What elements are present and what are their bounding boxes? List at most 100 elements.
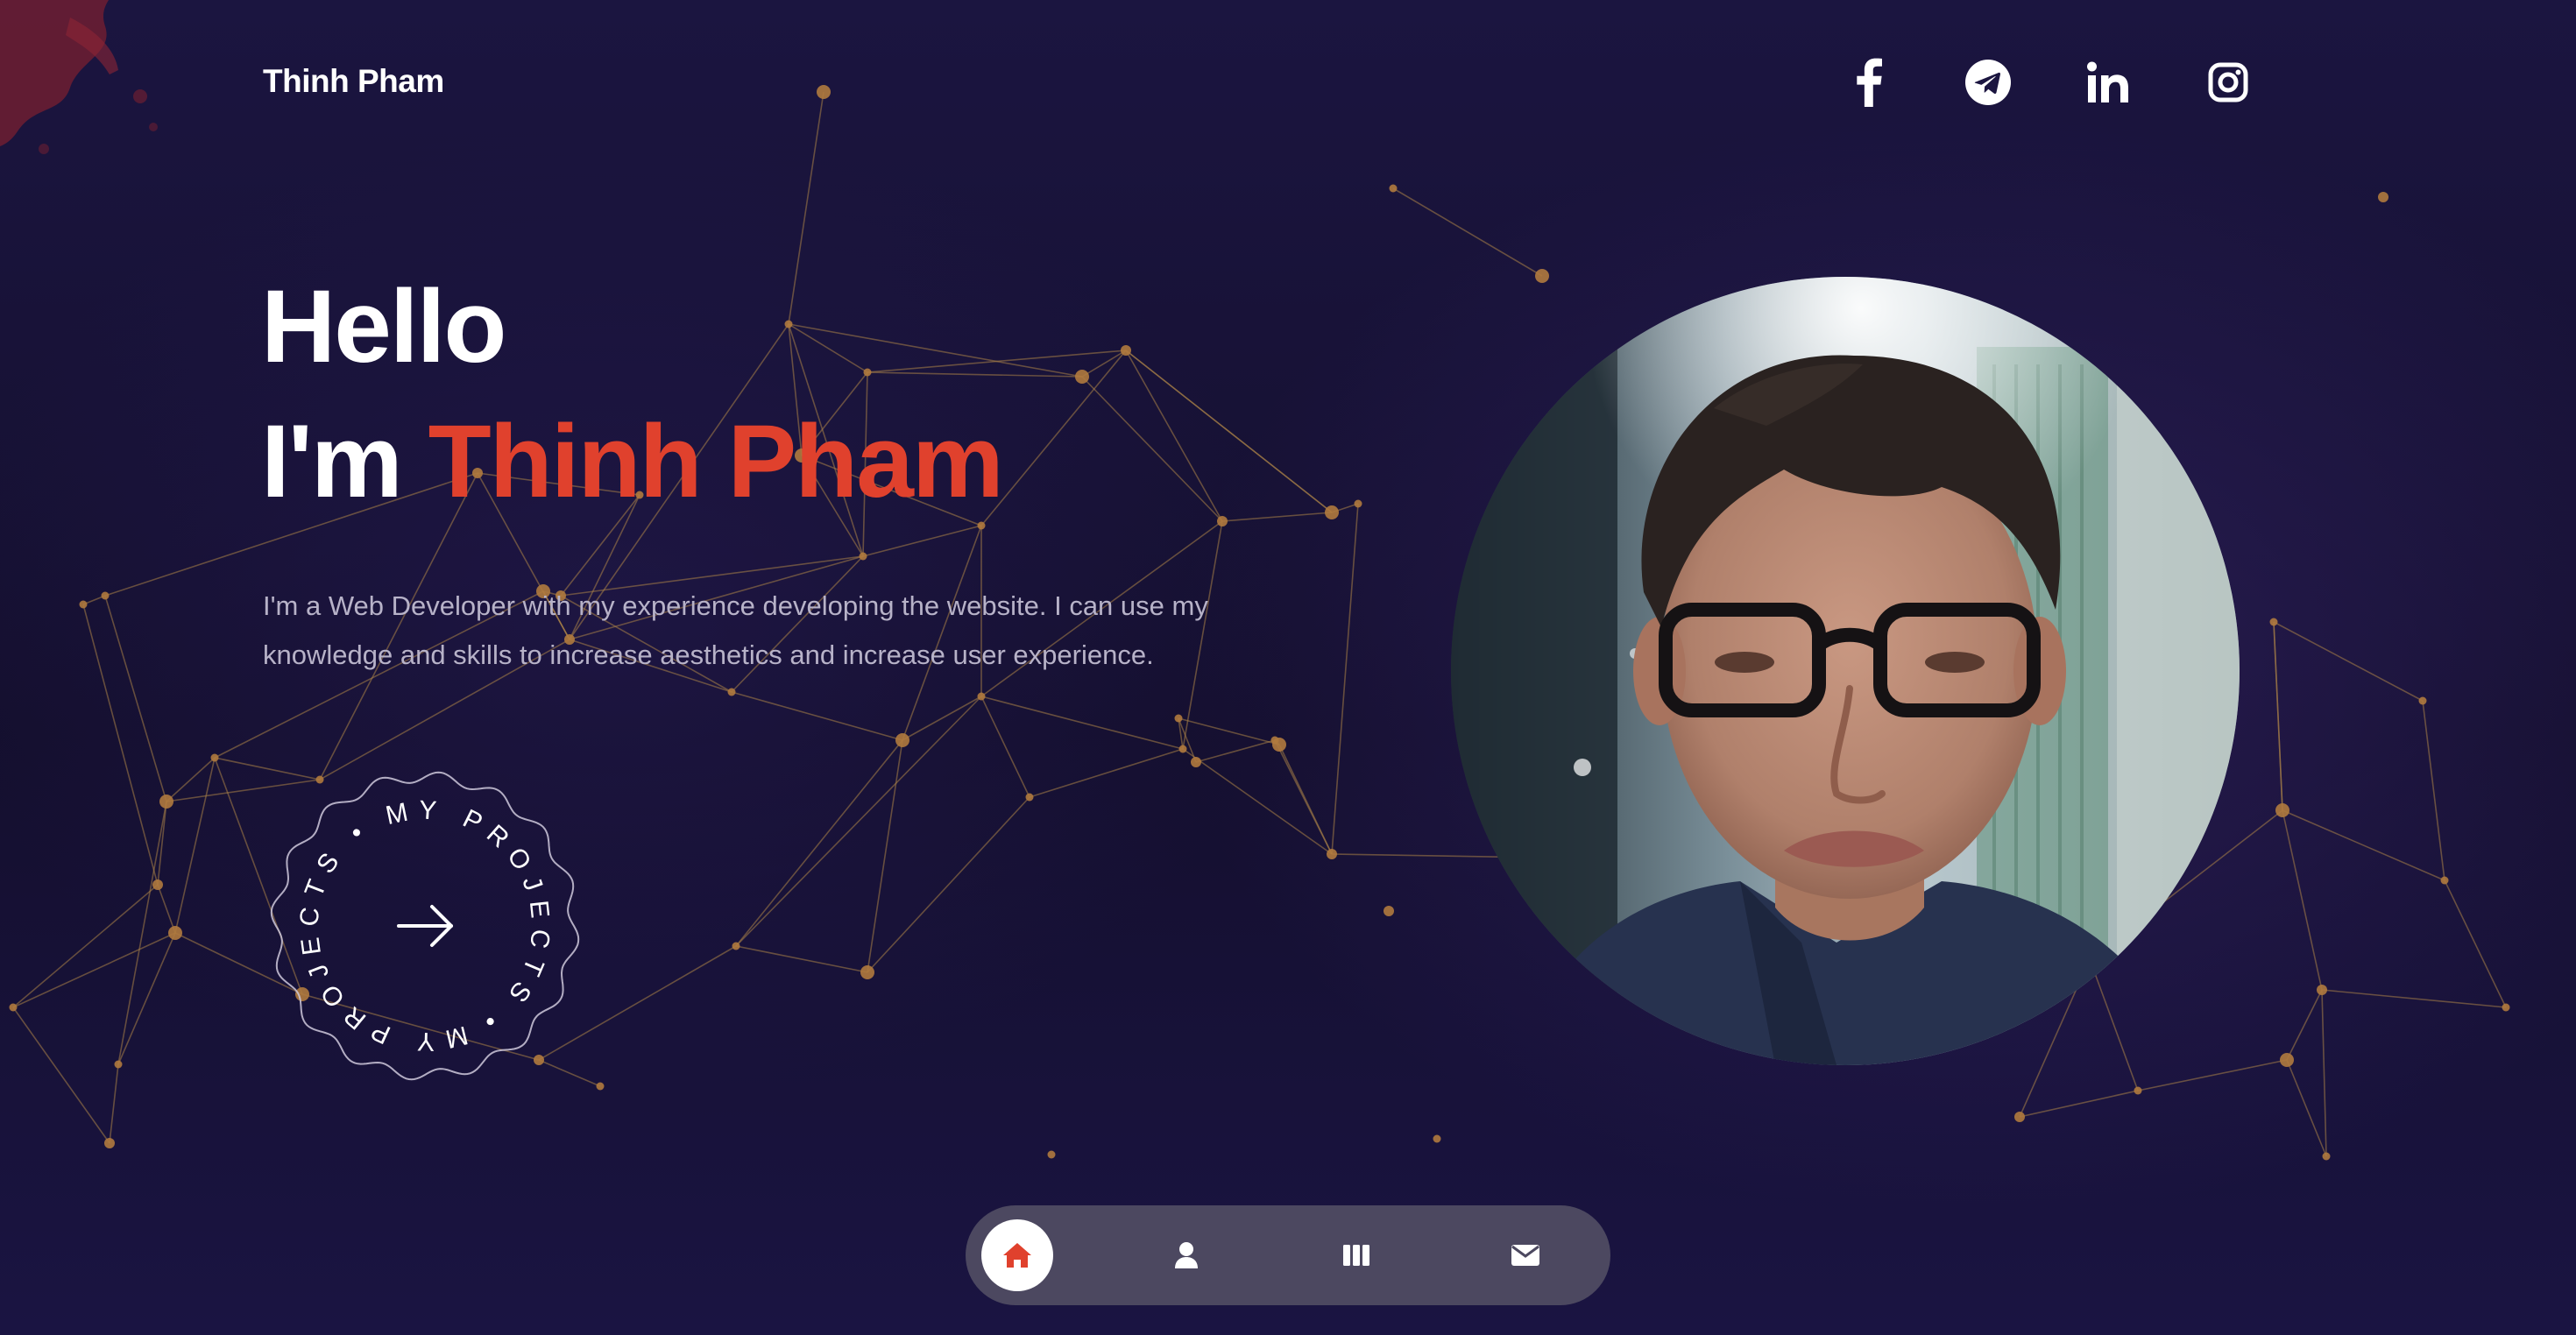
network-link bbox=[2321, 989, 2327, 1157]
hero-name: Thinh Pham bbox=[428, 404, 1004, 519]
network-node bbox=[732, 942, 740, 950]
profile-photo bbox=[1451, 277, 2240, 1065]
network-link bbox=[2137, 1059, 2288, 1091]
home-icon bbox=[1003, 1243, 1031, 1268]
network-link bbox=[2444, 879, 2507, 1008]
network-node bbox=[727, 688, 736, 696]
network-node bbox=[114, 1060, 123, 1069]
nav-home-button[interactable] bbox=[981, 1219, 1053, 1291]
network-link bbox=[2286, 989, 2323, 1061]
hero-heading: Hello I'm Thinh Pham bbox=[261, 259, 1004, 529]
network-link bbox=[12, 932, 176, 1008]
my-projects-badge[interactable]: MY PROJECTS • MY PROJECTS • bbox=[263, 764, 587, 1088]
network-node bbox=[1025, 793, 1034, 802]
network-link bbox=[157, 884, 176, 934]
network-link bbox=[1221, 512, 1333, 522]
nav-projects-button[interactable] bbox=[1320, 1219, 1392, 1291]
network-link bbox=[2273, 621, 2283, 811]
network-node bbox=[2322, 1152, 2331, 1161]
network-node bbox=[1327, 849, 1337, 859]
network-link bbox=[735, 696, 982, 947]
network-node bbox=[817, 85, 831, 99]
network-node bbox=[860, 965, 874, 979]
network-node bbox=[2378, 192, 2388, 202]
linkedin-icon bbox=[2087, 61, 2128, 102]
social-links bbox=[1840, 54, 2256, 110]
hero-section: Thinh Pham Hello I'm Thinh Pham I'm a We… bbox=[0, 0, 2576, 1335]
network-link bbox=[117, 932, 176, 1065]
network-node bbox=[101, 591, 110, 600]
network-node bbox=[1354, 499, 1362, 508]
network-link bbox=[731, 691, 903, 741]
network-link bbox=[2286, 1059, 2327, 1157]
hero-intro-prefix: I'm bbox=[261, 404, 428, 519]
network-node bbox=[1121, 345, 1131, 356]
facebook-link[interactable] bbox=[1840, 54, 1896, 110]
network-node bbox=[152, 879, 163, 890]
linkedin-link[interactable] bbox=[2080, 54, 2136, 110]
network-link bbox=[1029, 748, 1184, 798]
network-node bbox=[1191, 757, 1201, 767]
network-node bbox=[895, 733, 909, 747]
network-link bbox=[1392, 187, 1543, 277]
network-link bbox=[2019, 1090, 2139, 1118]
network-link bbox=[109, 1063, 119, 1144]
network-link bbox=[2089, 958, 2139, 1091]
network-node bbox=[168, 926, 182, 940]
network-node bbox=[2269, 618, 2278, 626]
telegram-icon bbox=[1965, 60, 2011, 105]
network-node bbox=[1178, 745, 1187, 753]
network-link bbox=[1081, 350, 1127, 378]
network-link bbox=[166, 757, 216, 802]
hero-description: I'm a Web Developer with my experience d… bbox=[263, 590, 1208, 670]
network-link bbox=[867, 739, 903, 973]
network-node bbox=[596, 1082, 605, 1091]
network-link bbox=[867, 796, 1030, 973]
network-node bbox=[1433, 1134, 1441, 1143]
network-node bbox=[1325, 505, 1339, 519]
network-link bbox=[1178, 717, 1280, 745]
user-icon bbox=[1175, 1242, 1199, 1268]
network-node bbox=[2280, 1053, 2294, 1067]
network-node bbox=[2502, 1003, 2510, 1012]
network-link bbox=[2422, 700, 2445, 881]
brand-name[interactable]: Thinh Pham bbox=[263, 63, 444, 100]
network-node bbox=[2275, 803, 2289, 817]
network-link bbox=[1125, 350, 1333, 513]
network-node bbox=[1217, 516, 1228, 526]
network-link bbox=[980, 696, 1030, 798]
network-link bbox=[1182, 748, 1333, 855]
network-node bbox=[1272, 738, 1286, 752]
network-link bbox=[12, 1007, 110, 1144]
arrow-right-icon bbox=[397, 905, 453, 947]
nav-about-button[interactable] bbox=[1150, 1219, 1222, 1291]
network-link bbox=[117, 801, 167, 1065]
instagram-link[interactable] bbox=[2200, 54, 2256, 110]
network-node bbox=[159, 795, 173, 809]
network-node bbox=[1174, 714, 1183, 723]
network-node bbox=[1535, 269, 1549, 283]
network-link bbox=[1278, 744, 1333, 855]
network-node bbox=[1389, 184, 1398, 193]
network-link bbox=[2321, 989, 2507, 1008]
instagram-icon bbox=[2208, 62, 2248, 102]
network-link bbox=[862, 525, 982, 557]
network-node bbox=[9, 1003, 18, 1012]
network-node bbox=[1047, 1150, 1056, 1159]
bottom-nav-dock bbox=[966, 1205, 1610, 1305]
network-node bbox=[859, 552, 867, 561]
nav-contact-button[interactable] bbox=[1490, 1219, 1561, 1291]
network-link bbox=[1195, 739, 1276, 763]
network-link bbox=[2282, 809, 2323, 991]
facebook-icon bbox=[1857, 58, 1882, 107]
mail-icon bbox=[1511, 1245, 1539, 1266]
network-link bbox=[902, 696, 982, 741]
network-link bbox=[980, 696, 1184, 750]
network-node bbox=[2317, 985, 2327, 995]
network-link bbox=[2282, 809, 2445, 881]
network-node bbox=[1075, 370, 1089, 384]
network-node bbox=[2418, 696, 2427, 705]
telegram-link[interactable] bbox=[1960, 54, 2016, 110]
network-node bbox=[2014, 1112, 2025, 1122]
network-node bbox=[977, 692, 986, 701]
